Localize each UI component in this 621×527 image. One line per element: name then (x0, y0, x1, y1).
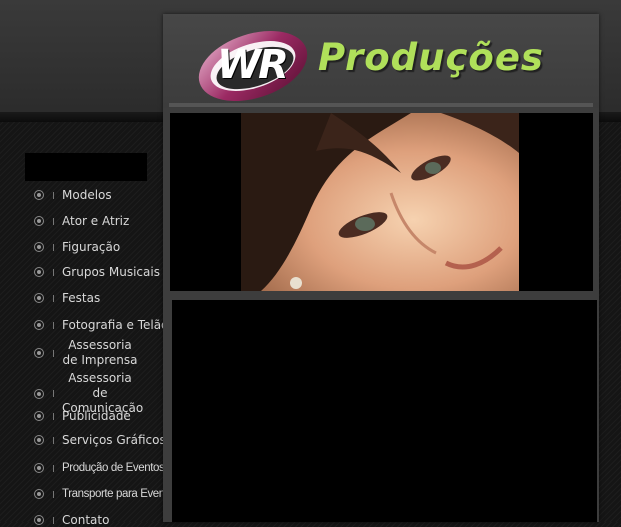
menu-item-label: Assessoria de Imprensa (62, 338, 138, 367)
separator (53, 436, 54, 444)
separator (53, 490, 54, 498)
menu-item-label: Grupos Musicais (62, 265, 160, 279)
menu-item-label: Modelos (62, 188, 112, 202)
menu-item-label: Ator e Atriz (62, 214, 130, 228)
wr-logo[interactable]: WR (195, 22, 310, 102)
separator (53, 321, 54, 329)
header-divider (169, 103, 593, 107)
menu-item-transporte-para-eventos[interactable]: Transporte para Eventos (34, 487, 179, 501)
separator (53, 294, 54, 302)
separator (53, 412, 54, 420)
radio-bullet-icon (34, 463, 44, 473)
radio-bullet-icon (34, 435, 44, 445)
menu-item-grupos-musicais[interactable]: Grupos Musicais (34, 265, 164, 279)
radio-bullet-icon (34, 242, 44, 252)
hero-photo (241, 113, 519, 291)
radio-bullet-icon (34, 489, 44, 499)
radio-bullet-icon (34, 293, 44, 303)
menu-item-label: Transporte para Eventos (62, 488, 179, 500)
menu-item-producao-de-eventos[interactable]: Produção de Eventos (34, 461, 165, 475)
menu-item-label: Publicidade (62, 409, 131, 423)
portrait-image (241, 113, 519, 291)
menu-item-servicos-graficos[interactable]: Serviços Gráficos (34, 433, 166, 447)
site-header: WR Produções (163, 14, 599, 108)
menu-item-festas[interactable]: Festas (34, 291, 164, 305)
separator (53, 464, 54, 472)
radio-bullet-icon (34, 411, 44, 421)
menu-item-label: Contato (62, 513, 110, 527)
radio-bullet-icon (34, 515, 44, 525)
content-area (172, 300, 597, 522)
hero-banner (170, 113, 593, 291)
menu-item-modelos[interactable]: Modelos (34, 188, 164, 202)
logo-text: WR (217, 42, 289, 88)
brand-name: Produções (318, 36, 544, 79)
separator (53, 390, 54, 397)
menu-header-block (25, 153, 147, 181)
menu-item-fotografia-e-telao[interactable]: Fotografia e Telão (34, 318, 168, 332)
main-frame: WR Produções (163, 14, 599, 522)
radio-bullet-icon (34, 320, 44, 330)
radio-bullet-icon (34, 267, 44, 277)
menu-item-label: Figuração (62, 240, 121, 254)
menu-item-ator-e-atriz[interactable]: Ator e Atriz (34, 214, 164, 228)
separator (53, 217, 54, 225)
separator (53, 243, 54, 251)
separator (53, 191, 54, 199)
menu-item-label: Fotografia e Telão (62, 318, 169, 332)
menu-item-figuracao[interactable]: Figuração (34, 240, 164, 254)
separator (53, 268, 54, 276)
menu-item-label: Produção de Eventos (62, 462, 165, 474)
menu-item-label: Festas (62, 291, 101, 305)
separator (53, 516, 54, 524)
radio-bullet-icon (34, 348, 44, 358)
separator (53, 349, 54, 357)
menu-item-publicidade[interactable]: Publicidade (34, 409, 164, 423)
menu-item-assessoria-de-imprensa[interactable]: Assessoria de Imprensa (34, 338, 164, 368)
radio-bullet-icon (34, 216, 44, 226)
radio-bullet-icon (34, 190, 44, 200)
radio-bullet-icon (34, 388, 44, 399)
menu-item-label: Serviços Gráficos (62, 433, 166, 447)
menu-item-contato[interactable]: Contato (34, 513, 164, 527)
